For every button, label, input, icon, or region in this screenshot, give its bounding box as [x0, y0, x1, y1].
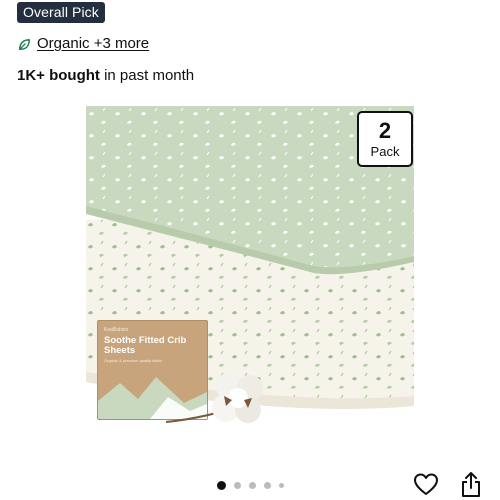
bought-count-number: 1K+ bought	[17, 67, 100, 84]
carousel-dot[interactable]	[278, 482, 284, 488]
organic-attributes-link[interactable]: Organic +3 more	[37, 34, 149, 54]
bought-count-suffix: in past month	[99, 67, 195, 84]
pack-count-badge: 2 Pack	[357, 111, 413, 167]
pack-number: 2	[378, 117, 392, 143]
carousel-dot[interactable]	[216, 480, 226, 490]
box-title: Soothe Fitted Crib Sheets	[104, 335, 187, 356]
overall-pick-badge: Overall Pick	[17, 2, 105, 23]
bought-count: 1K+ bought in past month	[17, 66, 194, 86]
cotton-flower-image	[166, 372, 263, 423]
pack-label: Pack	[370, 143, 400, 159]
share-icon[interactable]	[459, 471, 483, 498]
carousel-dot[interactable]	[233, 481, 241, 489]
box-brand: KeaBabies	[104, 327, 129, 333]
leaf-icon	[17, 37, 32, 52]
carousel-dot[interactable]	[248, 481, 256, 489]
box-subtitle: Organic & premium quality fabric	[104, 358, 163, 363]
attributes-row: Organic +3 more	[17, 34, 149, 54]
carousel-dot[interactable]	[263, 481, 271, 489]
heart-icon[interactable]	[413, 472, 439, 498]
